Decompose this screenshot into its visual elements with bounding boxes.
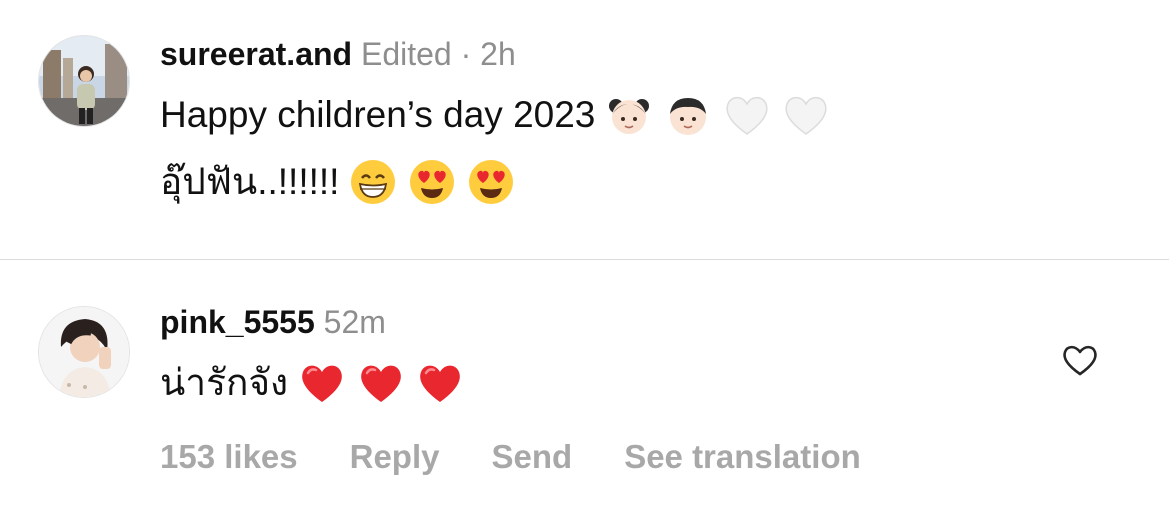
heart-eyes-emoji xyxy=(407,157,457,207)
white-heart-emoji xyxy=(722,90,772,140)
comment-header: pink_5555 52m xyxy=(160,302,386,342)
girl-face-emoji xyxy=(604,90,654,140)
timestamp: 52m xyxy=(323,304,386,340)
reply-button[interactable]: Reply xyxy=(350,436,440,478)
timestamp: 2h xyxy=(480,36,516,72)
red-heart-emoji xyxy=(356,358,406,408)
see-translation-button[interactable]: See translation xyxy=(624,436,861,478)
red-heart-emoji xyxy=(415,358,465,408)
username[interactable]: sureerat.and xyxy=(160,36,352,72)
edited-label: Edited xyxy=(360,36,452,72)
comment-text: น่ารักจัง xyxy=(160,362,289,403)
separator: · xyxy=(460,36,472,72)
red-heart-emoji xyxy=(297,358,347,408)
avatar[interactable] xyxy=(38,35,130,127)
boy-face-emoji xyxy=(663,90,713,140)
heart-outline-icon[interactable] xyxy=(1060,340,1100,380)
comment-header: sureerat.and Edited · 2h xyxy=(160,34,516,74)
grinning-face-emoji xyxy=(348,157,398,207)
heart-eyes-emoji xyxy=(466,157,516,207)
comment-text-line: อุ๊ปฟัน..!!!!!! xyxy=(160,157,516,207)
white-heart-emoji xyxy=(781,90,831,140)
username[interactable]: pink_5555 xyxy=(160,304,315,340)
divider xyxy=(0,259,1169,260)
emoji-row xyxy=(288,358,465,408)
comment-text-line: น่ารักจัง xyxy=(160,358,465,408)
likes-count[interactable]: 153 likes xyxy=(160,436,298,478)
comment-text: Happy children’s day 2023 xyxy=(160,94,596,135)
emoji-row xyxy=(595,90,831,140)
comments-panel: sureerat.and Edited · 2h Happy children’… xyxy=(0,0,1169,517)
avatar[interactable] xyxy=(38,306,130,398)
comment-text-line: Happy children’s day 2023 xyxy=(160,90,831,140)
comment-actions: 153 likes Reply Send See translation xyxy=(160,436,913,478)
emoji-row xyxy=(339,157,516,207)
send-button[interactable]: Send xyxy=(492,436,573,478)
comment-text: อุ๊ปฟัน..!!!!!! xyxy=(160,161,340,202)
